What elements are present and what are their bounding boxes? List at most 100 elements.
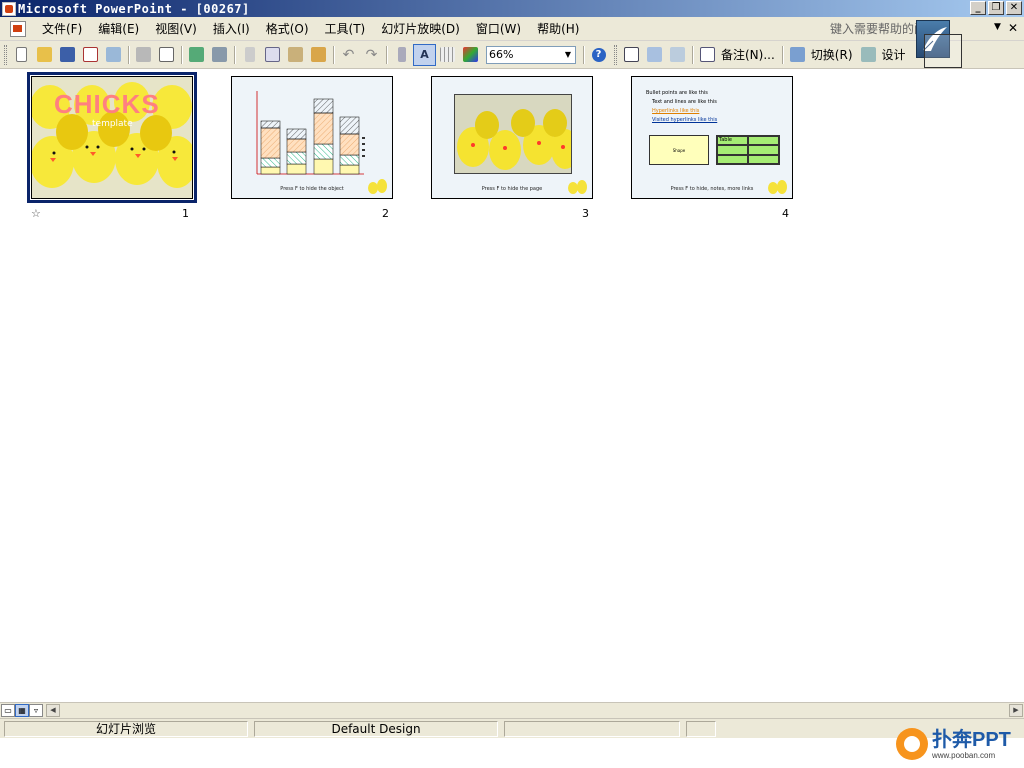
shape-box: Shape (649, 135, 709, 165)
help-icon: ? (591, 47, 606, 62)
save-button[interactable] (56, 44, 79, 66)
menu-file[interactable]: 文件(F) (34, 19, 90, 39)
transition-star-icon[interactable]: ☆ (31, 207, 41, 220)
help-button[interactable]: ? (587, 44, 610, 66)
copy-button[interactable] (261, 44, 284, 66)
format-painter-button[interactable] (307, 44, 330, 66)
design-button[interactable]: 设计 (880, 46, 910, 63)
open-button[interactable] (33, 44, 56, 66)
cover-title: CHICKS (54, 89, 160, 119)
slide-number-4: 4 (782, 207, 789, 220)
print-preview-icon (159, 47, 174, 62)
status-language (504, 721, 680, 737)
brush-icon (311, 47, 326, 62)
status-extra (686, 721, 716, 737)
transition-button[interactable]: 切换(R) (809, 46, 857, 63)
toolbar-separator (333, 45, 334, 64)
spelling-button[interactable] (185, 44, 208, 66)
email-icon (106, 47, 121, 62)
menu-insert[interactable]: 插入(I) (205, 19, 258, 39)
document-icon[interactable] (10, 20, 26, 37)
notes-icon-button[interactable] (696, 44, 719, 66)
brand-url: www.pooban.com (932, 750, 996, 760)
slide-show-button[interactable] (620, 44, 643, 66)
menu-help[interactable]: 帮助(H) (529, 19, 587, 39)
table-cell: Table (717, 136, 748, 146)
toolbar-separator (181, 45, 182, 64)
design-icon-button[interactable] (857, 44, 880, 66)
brand-text: 扑奔PPT www.pooban.com (932, 729, 1011, 760)
powerpoint-icon[interactable] (2, 1, 16, 16)
status-bar: 幻灯片浏览 Default Design (0, 718, 1024, 738)
close-document-icon[interactable]: ✕ (1008, 21, 1018, 35)
brand-watermark: 扑奔PPT www.pooban.com (896, 728, 1011, 760)
summary-slide-button[interactable] (666, 44, 689, 66)
normal-view-icon[interactable]: ▭ (1, 704, 15, 717)
notes-button[interactable]: 备注(N)... (719, 46, 779, 63)
toolbar-grip[interactable] (4, 44, 7, 65)
email-button[interactable] (102, 44, 125, 66)
paste-icon (288, 47, 303, 62)
zoom-select[interactable]: 66% ▼ (486, 45, 576, 64)
status-design: Default Design (254, 721, 498, 737)
bullet-text: Bullet points are like this (646, 90, 708, 96)
slide-thumbnail-3[interactable]: Press F to hide the page (431, 76, 593, 199)
transition-icon-button[interactable] (786, 44, 809, 66)
show-formatting-button[interactable]: A (413, 43, 436, 66)
slide-number-3: 3 (582, 207, 589, 220)
scroll-right-icon[interactable]: ▶ (1009, 704, 1023, 717)
expand-icon (397, 47, 406, 62)
research-button[interactable] (208, 44, 231, 66)
slide-thumbnail-2[interactable]: Press F to hide the object (231, 76, 393, 199)
table-cell (748, 136, 779, 146)
menu-tools[interactable]: 工具(T) (317, 19, 374, 39)
permission-button[interactable] (79, 44, 102, 66)
paste-button[interactable] (284, 44, 307, 66)
zoom-value: 66% (489, 47, 514, 61)
menu-bar: 文件(F) 编辑(E) 视图(V) 插入(I) 格式(O) 工具(T) 幻灯片放… (0, 17, 1024, 41)
window-title: Microsoft PowerPoint - [00267] (18, 1, 250, 16)
menu-edit[interactable]: 编辑(E) (90, 19, 147, 39)
powerpoint-window: Microsoft PowerPoint - [00267] _ ❐ ✕ 文件(… (0, 0, 1024, 768)
new-button[interactable] (10, 44, 33, 66)
menu-window[interactable]: 窗口(W) (468, 19, 529, 39)
summary-icon (670, 47, 685, 62)
menu-view[interactable]: 视图(V) (147, 19, 205, 39)
slideshow-view-icon[interactable]: ▿ (29, 704, 43, 717)
standard-toolbar: ↶ ↷ A 66% ▼ ? 备注(N)... 切换(R) 设计 (0, 41, 1024, 69)
toolbar-separator (583, 45, 584, 64)
table-cell (717, 154, 748, 164)
close-button[interactable]: ✕ (1006, 1, 1022, 15)
toolbar-grip[interactable] (614, 44, 617, 65)
restore-button[interactable]: ❐ (988, 1, 1004, 15)
undo-button[interactable]: ↶ (337, 44, 360, 66)
print-button[interactable] (132, 44, 155, 66)
menu-format[interactable]: 格式(O) (258, 19, 317, 39)
slide-footer: Press F to hide the page (481, 186, 543, 192)
minimize-button[interactable]: _ (970, 1, 986, 15)
cursor-frame (924, 34, 962, 68)
grid-icon (440, 47, 455, 62)
cut-button[interactable] (238, 44, 261, 66)
chevron-down-icon[interactable]: ▼ (561, 47, 575, 63)
slide-thumbnail-1[interactable]: CHICKS template (27, 72, 197, 203)
hide-slide-button[interactable] (643, 44, 666, 66)
redo-button[interactable]: ↷ (360, 44, 383, 66)
toolbar-overflow[interactable] (1010, 44, 1024, 68)
slide-footer: Press F to hide the object (280, 186, 344, 192)
grayscale-button[interactable] (436, 44, 459, 66)
slide-thumbnail-4[interactable]: Bullet points are like this Text and lin… (631, 76, 793, 199)
slide-sorter-view-icon[interactable]: ▦ (15, 704, 29, 717)
menu-slideshow[interactable]: 幻灯片放映(D) (373, 19, 468, 39)
print-preview-button[interactable] (155, 44, 178, 66)
chevron-down-icon[interactable]: ▼ (994, 22, 1001, 32)
expand-button[interactable] (390, 44, 413, 66)
scroll-left-icon[interactable]: ◀ (46, 704, 60, 717)
hyperlink-text: Hyperlinks like this (652, 108, 700, 114)
window-controls: _ ❐ ✕ (970, 1, 1022, 15)
title-bar: Microsoft PowerPoint - [00267] _ ❐ ✕ (0, 0, 1024, 17)
table-cell (748, 145, 779, 155)
color-button[interactable] (459, 44, 482, 66)
permission-icon (83, 47, 98, 62)
status-view: 幻灯片浏览 (4, 721, 248, 737)
